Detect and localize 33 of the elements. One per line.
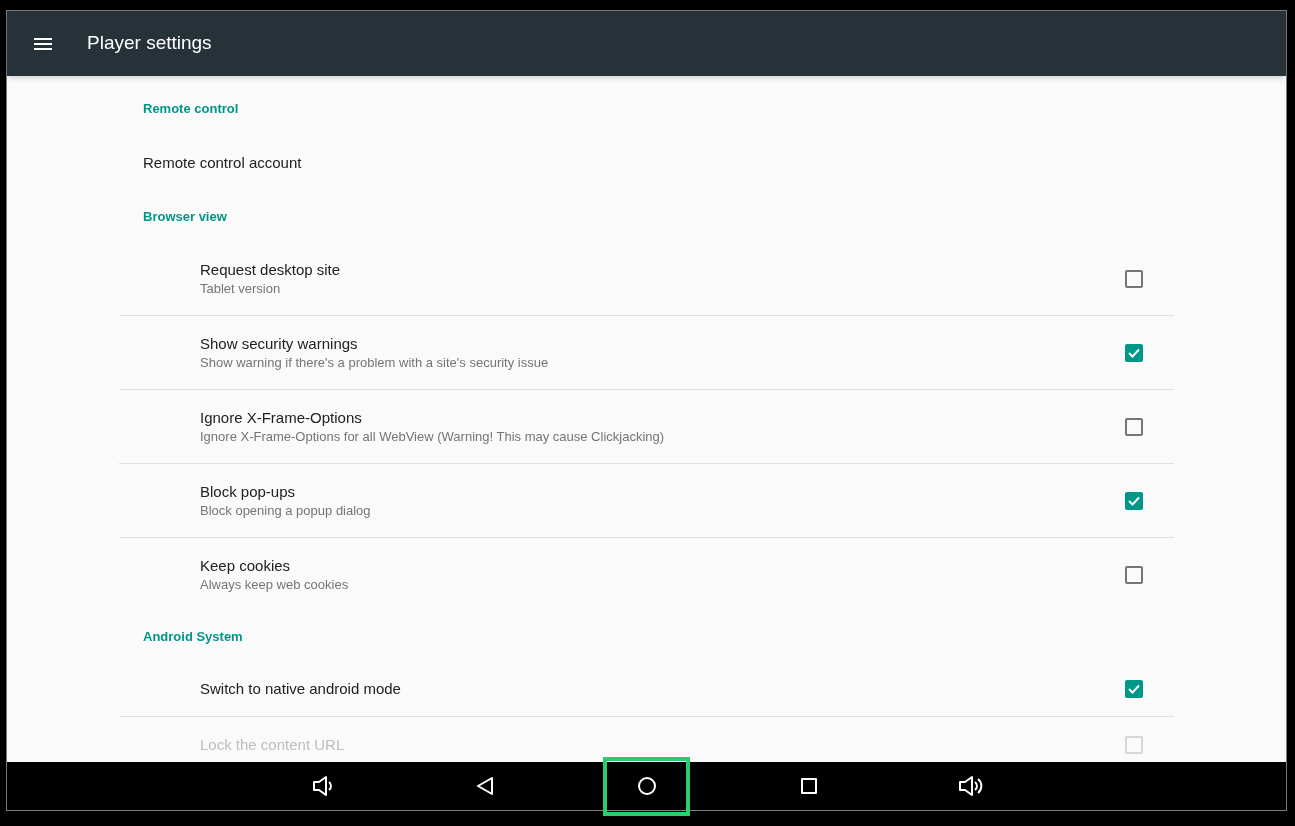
setting-title: Keep cookies	[200, 556, 292, 576]
menu-icon[interactable]	[34, 37, 52, 50]
home-icon	[636, 776, 657, 796]
check-icon	[1128, 684, 1140, 694]
checkbox[interactable]	[1125, 417, 1143, 436]
setting-summary: Ignore X-Frame-Options for all WebView (Warning! This may cause Clickjacking)	[200, 427, 666, 446]
setting-summary: Always keep web cookies	[200, 576, 350, 594]
setting-summary: Tablet version	[200, 279, 282, 298]
section-header: Android System	[143, 628, 243, 647]
checkbox[interactable]	[1125, 491, 1143, 510]
back-icon	[475, 776, 494, 796]
setting-title: Ignore X-Frame-Options	[200, 407, 363, 428]
recents-icon	[799, 777, 818, 795]
checkbox[interactable]	[1125, 680, 1143, 698]
volume-up-icon	[957, 775, 984, 797]
setting-summary: Block opening a popup dialog	[200, 501, 372, 520]
app-bar-title: Player settings	[87, 31, 212, 56]
setting-title: Show security warnings	[200, 333, 359, 354]
section-header: Remote control	[143, 100, 239, 119]
setting-title: Request desktop site	[200, 259, 342, 280]
section-header: Browser view	[143, 208, 227, 227]
nav-button[interactable]	[603, 756, 690, 816]
setting-summary: Show warning if there's a problem with a site's security issue	[200, 353, 550, 372]
checkbox[interactable]	[1125, 566, 1143, 584]
checkbox[interactable]	[1125, 343, 1143, 362]
checkbox[interactable]	[1125, 269, 1143, 288]
setting-title: Block pop-ups	[200, 481, 297, 502]
setting-title[interactable]: Remote control account	[143, 151, 302, 175]
check-icon	[1128, 495, 1140, 506]
setting-title: Switch to native android mode	[200, 679, 402, 699]
check-icon	[1128, 347, 1140, 358]
volume-down-icon	[311, 775, 334, 797]
setting-title: Lock the content URL	[200, 734, 346, 755]
